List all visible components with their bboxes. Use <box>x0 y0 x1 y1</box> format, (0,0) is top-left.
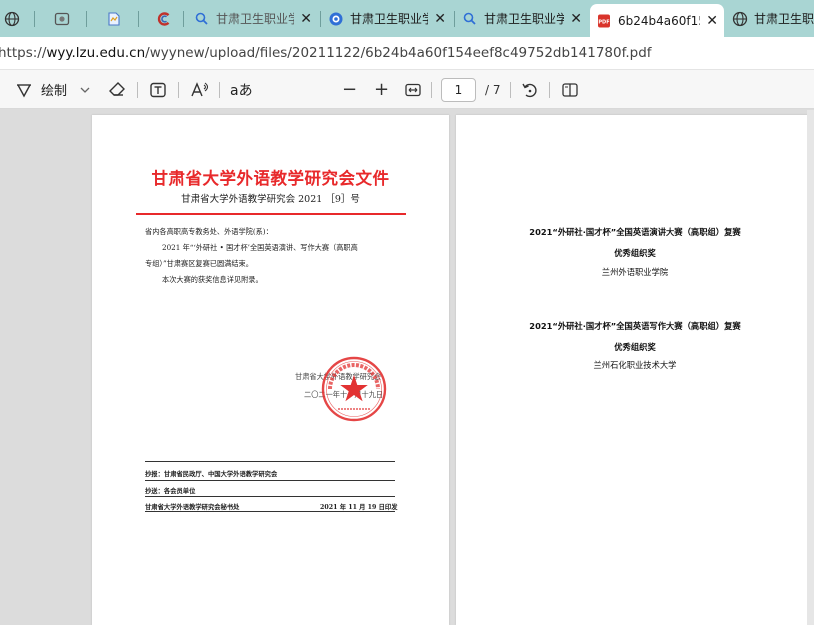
document-number: 甘肃省大学外语教学研究会 2021 ［9］号 <box>181 194 360 205</box>
footer-rule <box>145 461 395 462</box>
tab-separator <box>183 11 184 27</box>
tab-separator <box>454 11 455 27</box>
two-page-view-icon <box>562 82 578 97</box>
read-aloud-button[interactable] <box>190 70 210 109</box>
page-number-input[interactable]: 1 <box>441 78 476 102</box>
read-aloud-icon <box>191 81 209 96</box>
zoom-in-button[interactable]: + <box>374 70 389 109</box>
tab-strip: 甘肃卫生职业学院 ✕ 甘肃卫生职业学院 ✕ 甘肃卫生职业学院 ✕ PDF 6b2… <box>0 0 814 37</box>
tab-search-1[interactable]: 甘肃卫生职业学院 ✕ <box>188 4 318 33</box>
pdf-icon: PDF <box>598 14 610 27</box>
award-type: 优秀组织奖 <box>614 248 656 258</box>
rotate-button[interactable] <box>521 70 539 109</box>
text-box-button[interactable] <box>149 70 167 109</box>
url-prefix: https:// <box>0 45 47 61</box>
tab-separator <box>320 11 321 27</box>
footer-rule <box>145 511 395 512</box>
scrollbar[interactable] <box>807 110 814 625</box>
footer-rule <box>145 480 395 481</box>
url-text[interactable]: https://wyy.lzu.edu.cn/wyynew/upload/fil… <box>0 45 652 61</box>
award-type: 优秀组织奖 <box>614 342 656 352</box>
tab-title: 甘肃卫生职业 <box>754 12 814 26</box>
toolbar-separator <box>137 82 138 98</box>
red-divider <box>136 213 406 215</box>
issuer-line: 甘肃省大学外语教学研究会秘书处 <box>145 504 240 511</box>
tab-title: 甘肃卫生职业学院 <box>216 12 295 26</box>
tab-c-logo[interactable] <box>150 4 180 33</box>
award-winner: 兰州外语职业学院 <box>601 267 669 277</box>
close-icon[interactable]: ✕ <box>300 11 312 27</box>
text-box-icon <box>150 82 166 97</box>
toolbar-separator <box>510 82 511 98</box>
url-path: /wyynew/upload/files/20211122/6b24b4a60f… <box>145 45 652 61</box>
official-seal-icon <box>321 356 387 422</box>
body-line: 2021 年“‘外研社 • 国才杯’全国英语演讲、写作大赛（高职高 <box>162 243 358 252</box>
page-total: / 7 <box>485 82 501 97</box>
site-logo-icon <box>329 12 343 25</box>
tab-site[interactable] <box>48 4 78 33</box>
body-line: 专组）”甘肃赛区复赛已圆满结束。 <box>145 259 253 268</box>
site-icon <box>54 12 70 25</box>
chevron-down-icon[interactable] <box>79 84 91 96</box>
pdf-viewer[interactable]: 甘肃省大学外语教学研究会文件 甘肃省大学外语教学研究会 2021 ［9］号 省内… <box>0 110 814 625</box>
award-winner: 兰州石化职业技术大学 <box>593 360 677 370</box>
tab-title: 甘肃卫生职业学院 <box>350 12 429 26</box>
svg-text:PDF: PDF <box>598 19 609 25</box>
toolbar-separator <box>178 82 179 98</box>
toolbar-separator <box>549 82 550 98</box>
search-icon <box>463 12 476 25</box>
pdf-page-1: 甘肃省大学外语教学研究会文件 甘肃省大学外语教学研究会 2021 ［9］号 省内… <box>92 115 449 625</box>
draw-button[interactable]: 绘制 <box>15 70 91 109</box>
body-line: 省内各高职高专教务处、外语学院(系)： <box>145 227 273 236</box>
c-logo-icon <box>157 11 170 26</box>
pdf-page-2: 2021“外研社·国才杯”全国英语演讲大赛（高职组）复赛 优秀组织奖 兰州外语职… <box>456 115 814 625</box>
tab-globe-2[interactable]: 甘肃卫生职业 <box>726 4 814 33</box>
plus-icon: + <box>374 79 390 100</box>
close-icon[interactable]: ✕ <box>434 11 446 27</box>
close-icon[interactable]: ✕ <box>706 13 718 29</box>
search-icon <box>195 12 208 25</box>
translate-icon: aあ <box>230 82 253 99</box>
award-title: 2021“外研社·国才杯”全国英语演讲大赛（高职组）复赛 <box>529 227 741 237</box>
address-bar[interactable]: https://wyy.lzu.edu.cn/wyynew/upload/fil… <box>0 37 814 70</box>
translate-button[interactable]: aあ <box>230 70 253 109</box>
issue-date: 2021 年 11 月 19 日印发 <box>320 504 398 511</box>
pdf-toolbar: 绘制 aあ − + 1 / 7 <box>0 70 814 109</box>
tab-title: 6b24b4a60f154ee <box>618 13 700 28</box>
highlighter-icon <box>17 83 31 97</box>
cc-send-line: 抄送：各会员单位 <box>145 488 196 495</box>
footer-rule <box>145 496 395 497</box>
tab-separator <box>86 11 87 27</box>
tab-site-logo[interactable]: 甘肃卫生职业学院 ✕ <box>322 4 452 33</box>
zoom-out-button[interactable]: − <box>342 70 357 109</box>
minus-icon: − <box>342 79 358 100</box>
url-host: wyy.lzu.edu.cn <box>46 45 146 61</box>
eraser-icon <box>109 81 125 96</box>
eraser-button[interactable] <box>108 70 126 109</box>
globe-icon <box>4 11 20 26</box>
toolbar-separator <box>219 82 220 98</box>
tab-separator <box>138 11 139 27</box>
rotate-icon <box>522 83 537 97</box>
tab-separator <box>34 11 35 27</box>
fit-width-button[interactable] <box>404 70 422 109</box>
body-line: 本次大赛的获奖信息详见附录。 <box>162 275 263 284</box>
cc-report-line: 抄报：甘肃省民政厅、中国大学外语教学研究会 <box>145 471 278 478</box>
page-view-button[interactable] <box>561 70 579 109</box>
fit-width-icon <box>405 83 421 96</box>
document-title: 甘肃省大学外语教学研究会文件 <box>151 169 390 188</box>
tab-title: 甘肃卫生职业学院 <box>484 12 565 26</box>
tab-globe[interactable] <box>0 4 26 33</box>
toolbar-separator <box>431 82 432 98</box>
document-icon <box>108 11 120 26</box>
globe-icon <box>732 11 748 26</box>
tab-search-2[interactable]: 甘肃卫生职业学院 ✕ <box>456 4 588 33</box>
close-icon[interactable]: ✕ <box>570 11 582 27</box>
tab-document[interactable] <box>100 4 130 33</box>
award-title: 2021“外研社·国才杯”全国英语写作大赛（高职组）复赛 <box>529 321 741 331</box>
tab-pdf-active[interactable]: PDF 6b24b4a60f154ee ✕ <box>590 4 724 37</box>
draw-label: 绘制 <box>41 84 68 99</box>
